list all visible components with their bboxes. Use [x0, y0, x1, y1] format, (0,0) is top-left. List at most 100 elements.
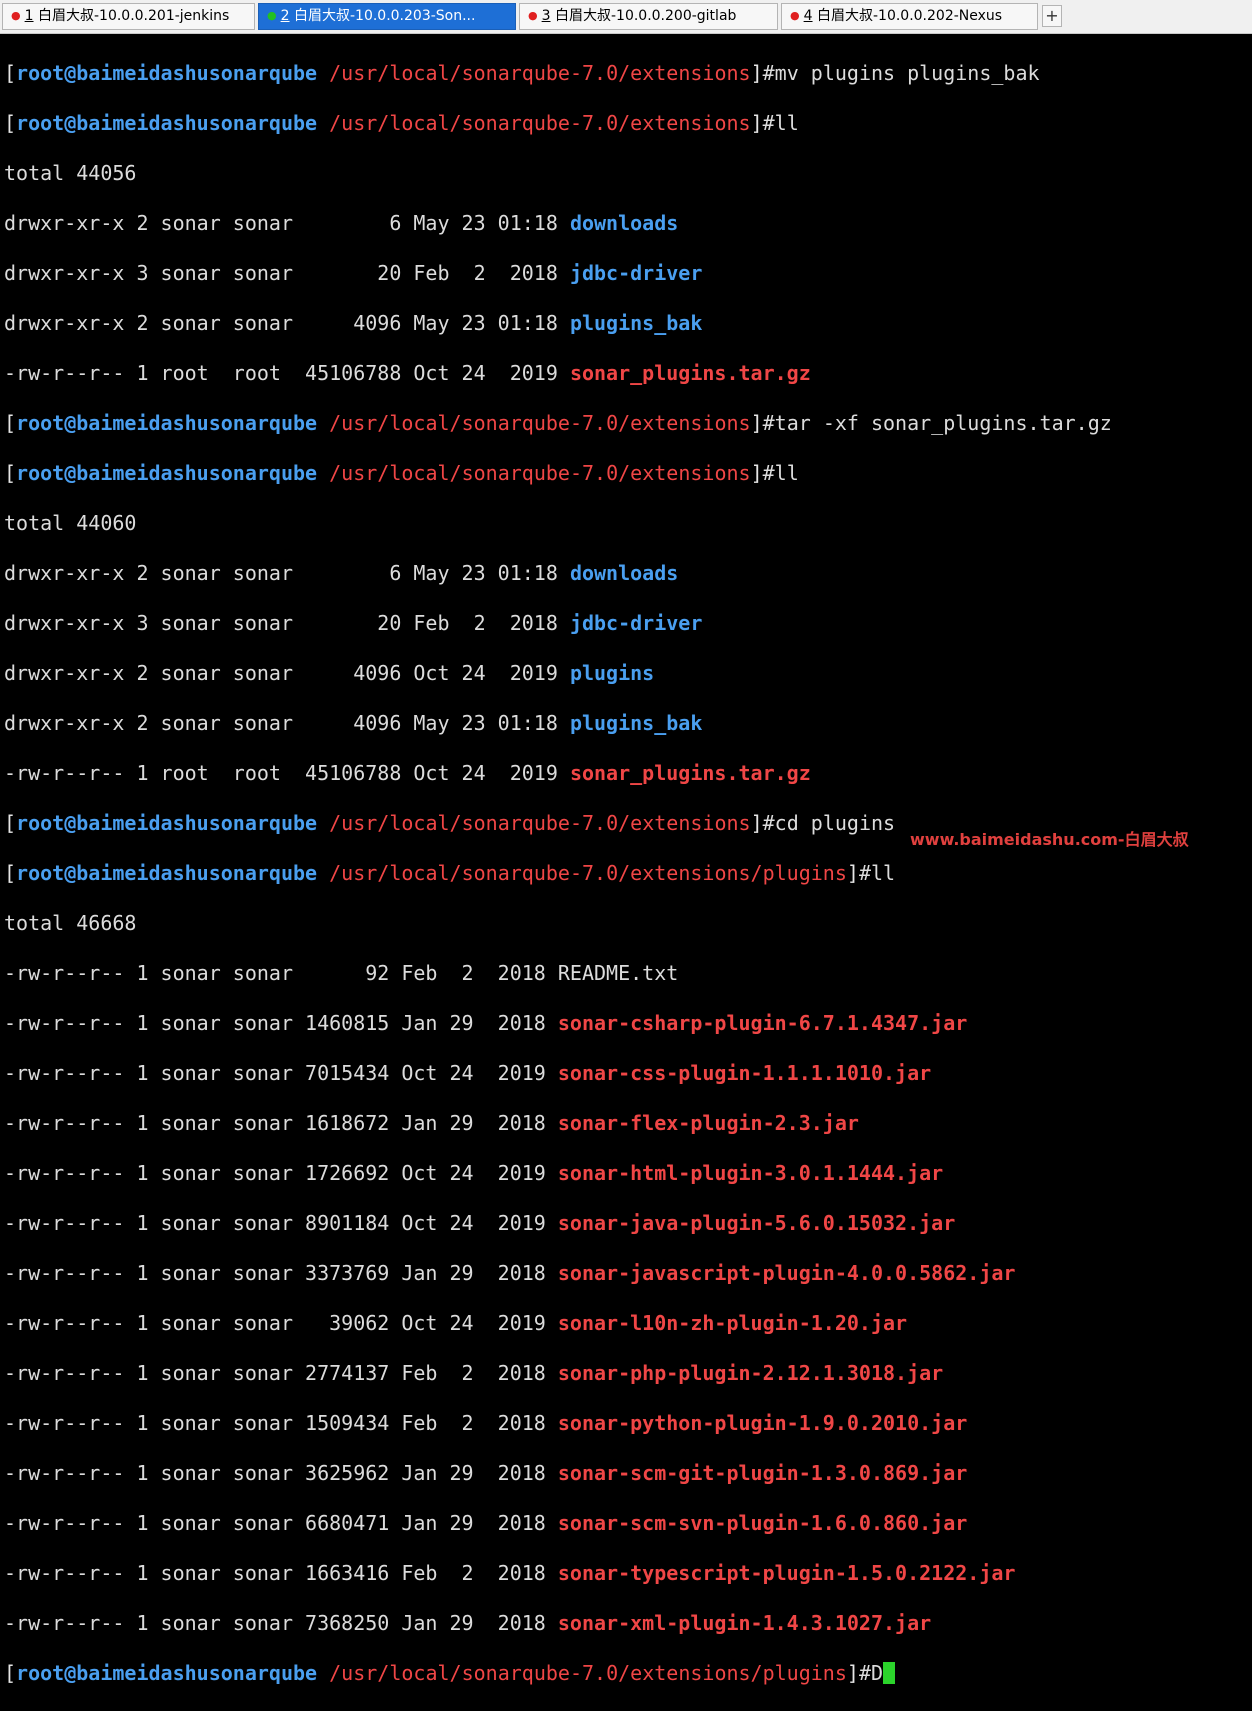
ls-entry: drwxr-xr-x 3 sonar sonar 20 Feb 2 2018 j…: [4, 611, 1252, 636]
ls-entry: drwxr-xr-x 2 sonar sonar 6 May 23 01:18 …: [4, 561, 1252, 586]
prompt-user-host: root@baimeidashusonarqube: [16, 411, 318, 435]
prompt-path: /usr/local/sonarqube-7.0/extensions: [329, 811, 751, 835]
ls-meta: -rw-r--r-- 1 sonar sonar 1663416 Feb 2 2…: [4, 1561, 558, 1585]
prompt-user-host: root@baimeidashusonarqube: [16, 61, 318, 85]
command-text: #ll: [858, 861, 896, 885]
command-text: #ll: [762, 461, 799, 485]
command-text: #ll: [762, 111, 799, 135]
ls-entry: -rw-r--r-- 1 sonar sonar 92 Feb 2 2018 R…: [4, 961, 1252, 986]
session-tab-3[interactable]: ● 3 白眉大叔-10.0.0.200-gitlab: [519, 3, 778, 30]
ls-entry: drwxr-xr-x 3 sonar sonar 20 Feb 2 2018 j…: [4, 261, 1252, 286]
ls-name-jar: sonar-python-plugin-1.9.0.2010.jar: [557, 1411, 968, 1435]
ls-entry: -rw-r--r-- 1 sonar sonar 1663416 Feb 2 2…: [4, 1561, 1252, 1586]
terminal-line: total 46668: [4, 911, 1252, 936]
ls-total: total 44060: [4, 511, 137, 535]
ls-entry: -rw-r--r-- 1 sonar sonar 1509434 Feb 2 2…: [4, 1411, 1252, 1436]
ls-name-archive: sonar_plugins.tar.gz: [569, 361, 811, 385]
ls-name-jar: sonar-scm-git-plugin-1.3.0.869.jar: [557, 1461, 968, 1485]
ls-entry: drwxr-xr-x 2 sonar sonar 4096 Oct 24 201…: [4, 661, 1252, 686]
ls-meta: -rw-r--r-- 1 sonar sonar 2774137 Feb 2 2…: [4, 1361, 558, 1385]
ls-meta: -rw-r--r-- 1 sonar sonar 6680471 Jan 29 …: [4, 1511, 558, 1535]
ls-name-jar: sonar-html-plugin-3.0.1.1444.jar: [557, 1161, 944, 1185]
ls-total: total 44056: [4, 161, 137, 185]
ls-name-dir: plugins_bak: [569, 711, 703, 735]
new-tab-button[interactable]: +: [1042, 5, 1062, 27]
terminal-output[interactable]: [root@baimeidashusonarqube /usr/local/so…: [0, 36, 1252, 1685]
ls-entry: -rw-r--r-- 1 root root 45106788 Oct 24 2…: [4, 761, 1252, 786]
command-text: #cd plugins: [762, 811, 896, 835]
ls-meta: -rw-r--r-- 1 sonar sonar 1509434 Feb 2 2…: [4, 1411, 558, 1435]
ls-meta: drwxr-xr-x 2 sonar sonar 4096 Oct 24 201…: [4, 661, 570, 685]
ls-name-jar: sonar-xml-plugin-1.4.3.1027.jar: [557, 1611, 932, 1635]
tab-1-title: 白眉大叔-10.0.0.201-jenkins: [33, 8, 230, 24]
prompt-user-host: root@baimeidashusonarqube: [16, 811, 318, 835]
prompt-user-host: root@baimeidashusonarqube: [16, 1661, 318, 1685]
ls-name-jar: sonar-php-plugin-2.12.1.3018.jar: [557, 1361, 944, 1385]
ls-meta: drwxr-xr-x 2 sonar sonar 6 May 23 01:18: [4, 211, 570, 235]
prompt-path: /usr/local/sonarqube-7.0/extensions: [329, 461, 751, 485]
ls-name-dir: plugins: [569, 661, 655, 685]
ls-meta: -rw-r--r-- 1 sonar sonar 7368250 Jan 29 …: [4, 1611, 558, 1635]
ls-entry: drwxr-xr-x 2 sonar sonar 6 May 23 01:18 …: [4, 211, 1252, 236]
ls-name-jar: sonar-css-plugin-1.1.1.1010.jar: [557, 1061, 932, 1085]
ls-meta: -rw-r--r-- 1 sonar sonar 3625962 Jan 29 …: [4, 1461, 558, 1485]
ls-meta: -rw-r--r-- 1 sonar sonar 7015434 Oct 24 …: [4, 1061, 558, 1085]
ls-entry: -rw-r--r-- 1 root root 45106788 Oct 24 2…: [4, 361, 1252, 386]
ls-name-dir: downloads: [569, 561, 679, 585]
ls-meta: -rw-r--r-- 1 sonar sonar 1726692 Oct 24 …: [4, 1161, 558, 1185]
session-tab-2[interactable]: ● 2 白眉大叔-10.0.0.203-Son...: [258, 3, 516, 30]
tab-4-status-dot: ●: [790, 9, 800, 22]
command-text: #tar -xf sonar_plugins.tar.gz: [762, 411, 1112, 435]
command-text: #mv plugins plugins_bak: [762, 61, 1040, 85]
ls-meta: drwxr-xr-x 3 sonar sonar 20 Feb 2 2018: [4, 611, 570, 635]
ls-entry: -rw-r--r-- 1 sonar sonar 3625962 Jan 29 …: [4, 1461, 1252, 1486]
ls-entry: drwxr-xr-x 2 sonar sonar 4096 May 23 01:…: [4, 311, 1252, 336]
ls-name-jar: sonar-csharp-plugin-6.7.1.4347.jar: [557, 1011, 968, 1035]
tab-1-status-dot: ●: [11, 9, 21, 22]
ls-total: total 46668: [4, 911, 137, 935]
ls-meta: drwxr-xr-x 2 sonar sonar 4096 May 23 01:…: [4, 711, 570, 735]
terminal-line: [root@baimeidashusonarqube /usr/local/so…: [4, 1661, 1252, 1686]
terminal-line: [root@baimeidashusonarqube /usr/local/so…: [4, 411, 1112, 435]
terminal-line: [root@baimeidashusonarqube /usr/local/so…: [4, 461, 799, 485]
ls-entry: -rw-r--r-- 1 sonar sonar 8901184 Oct 24 …: [4, 1211, 1252, 1236]
ls-name-jar: sonar-l10n-zh-plugin-1.20.jar: [557, 1311, 908, 1335]
ls-meta: drwxr-xr-x 2 sonar sonar 4096 May 23 01:…: [4, 311, 570, 335]
ls-entry: -rw-r--r-- 1 sonar sonar 1618672 Jan 29 …: [4, 1111, 1252, 1136]
tab-2-number: 2: [280, 8, 290, 24]
ls-name-file: README.txt: [557, 961, 679, 985]
prompt-path: /usr/local/sonarqube-7.0/extensions/plug…: [329, 861, 847, 885]
ls-meta: -rw-r--r-- 1 root root 45106788 Oct 24 2…: [4, 361, 570, 385]
ls-name-archive: sonar_plugins.tar.gz: [569, 761, 811, 785]
ls-entry: -rw-r--r-- 1 sonar sonar 7015434 Oct 24 …: [4, 1061, 1252, 1086]
ls-name-dir: downloads: [569, 211, 679, 235]
ls-entry: -rw-r--r-- 1 sonar sonar 3373769 Jan 29 …: [4, 1261, 1252, 1286]
ls-meta: -rw-r--r-- 1 sonar sonar 1618672 Jan 29 …: [4, 1111, 558, 1135]
ls-name-jar: sonar-java-plugin-5.6.0.15032.jar: [557, 1211, 956, 1235]
ls-meta: -rw-r--r-- 1 sonar sonar 92 Feb 2 2018: [4, 961, 558, 985]
ls-name-jar: sonar-scm-svn-plugin-1.6.0.860.jar: [557, 1511, 968, 1535]
ls-meta: -rw-r--r-- 1 sonar sonar 3373769 Jan 29 …: [4, 1261, 558, 1285]
ls-entry: -rw-r--r-- 1 sonar sonar 1460815 Jan 29 …: [4, 1011, 1252, 1036]
session-tab-1[interactable]: ● 1 白眉大叔-10.0.0.201-jenkins: [2, 3, 255, 30]
ls-entry: -rw-r--r-- 1 sonar sonar 39062 Oct 24 20…: [4, 1311, 1252, 1336]
ls-name-dir: jdbc-driver: [569, 261, 703, 285]
prompt-user-host: root@baimeidashusonarqube: [16, 111, 318, 135]
tab-2-status-dot: ●: [267, 9, 277, 22]
prompt-user-host: root@baimeidashusonarqube: [16, 461, 318, 485]
ls-entry: drwxr-xr-x 2 sonar sonar 4096 May 23 01:…: [4, 711, 1252, 736]
tab-4-title: 白眉大叔-10.0.0.202-Nexus: [812, 8, 1003, 24]
ls-name-jar: sonar-flex-plugin-2.3.jar: [557, 1111, 859, 1135]
tab-4-number: 4: [803, 8, 813, 24]
terminal-line: [root@baimeidashusonarqube /usr/local/so…: [4, 861, 896, 885]
tab-3-number: 3: [541, 8, 551, 24]
ls-meta: -rw-r--r-- 1 sonar sonar 39062 Oct 24 20…: [4, 1311, 558, 1335]
terminal-line: total 44060: [4, 511, 1252, 536]
session-tab-4[interactable]: ● 4 白眉大叔-10.0.0.202-Nexus: [781, 3, 1038, 30]
tab-1-number: 1: [24, 8, 34, 24]
ls-name-jar: sonar-typescript-plugin-1.5.0.2122.jar: [557, 1561, 1016, 1585]
terminal-line: [root@baimeidashusonarqube /usr/local/so…: [4, 61, 1040, 85]
ls-entry: -rw-r--r-- 1 sonar sonar 7368250 Jan 29 …: [4, 1611, 1252, 1636]
prompt-user-host: root@baimeidashusonarqube: [16, 861, 318, 885]
tab-bar: ● 1 白眉大叔-10.0.0.201-jenkins ● 2 白眉大叔-10.0.…: [0, 0, 1252, 34]
